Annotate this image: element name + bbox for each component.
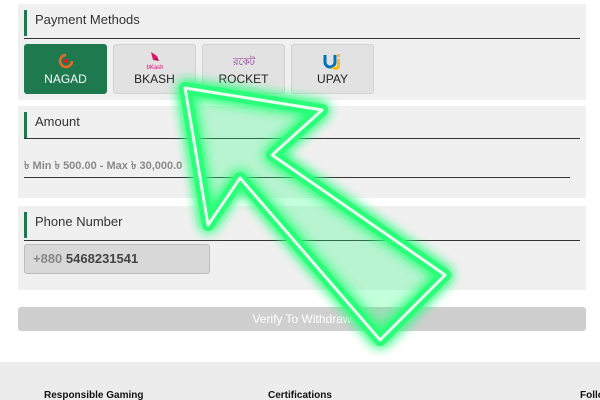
amount-panel: Amount ৳ Min ৳ 500.00 - Max ৳ 30,000.0 xyxy=(18,106,586,198)
amount-title: Amount xyxy=(24,112,80,138)
method-bkash-button[interactable]: bKash BKASH xyxy=(113,44,196,94)
payment-methods-title: Payment Methods xyxy=(24,10,140,36)
method-label: ROCKET xyxy=(218,72,269,86)
method-nagad-button[interactable]: NAGAD xyxy=(24,44,107,94)
phone-number-title: Phone Number xyxy=(24,212,122,238)
divider xyxy=(24,38,580,39)
nagad-logo-icon xyxy=(58,52,74,70)
bkash-logo-icon: bKash xyxy=(135,52,175,70)
divider xyxy=(24,240,580,241)
phone-number-value: 5468231541 xyxy=(65,251,139,266)
rocket-logo-text: রকেট xyxy=(232,55,256,68)
method-upay-button[interactable]: UPAY xyxy=(291,44,374,94)
amount-input[interactable]: ৳ Min ৳ 500.00 - Max ৳ 30,000.0 xyxy=(24,154,570,178)
phone-number-panel: Phone Number +880 5468231541 xyxy=(18,206,586,290)
country-code-prefix: +880 xyxy=(33,251,63,266)
payment-methods-panel: Payment Methods NAGAD bKash BKASH রকেট R… xyxy=(18,4,586,100)
verify-to-withdraw-button[interactable]: Verify To Withdraw xyxy=(18,307,586,331)
method-rocket-button[interactable]: রকেট ROCKET xyxy=(202,44,285,94)
footer-link-follow[interactable]: Follo xyxy=(580,390,600,400)
rocket-logo-icon: রকেট xyxy=(229,52,259,70)
bkash-logo-text: bKash xyxy=(146,65,163,70)
upay-logo-icon xyxy=(322,52,344,70)
method-label: BKASH xyxy=(134,72,175,86)
method-label: UPAY xyxy=(317,72,348,86)
footer: Responsible Gaming Certifications Follo xyxy=(0,362,600,400)
phone-number-input[interactable]: +880 5468231541 xyxy=(24,244,210,274)
footer-link-responsible-gaming[interactable]: Responsible Gaming xyxy=(44,390,143,400)
footer-link-certifications[interactable]: Certifications xyxy=(268,390,332,400)
method-label: NAGAD xyxy=(44,72,87,86)
divider xyxy=(24,138,580,139)
